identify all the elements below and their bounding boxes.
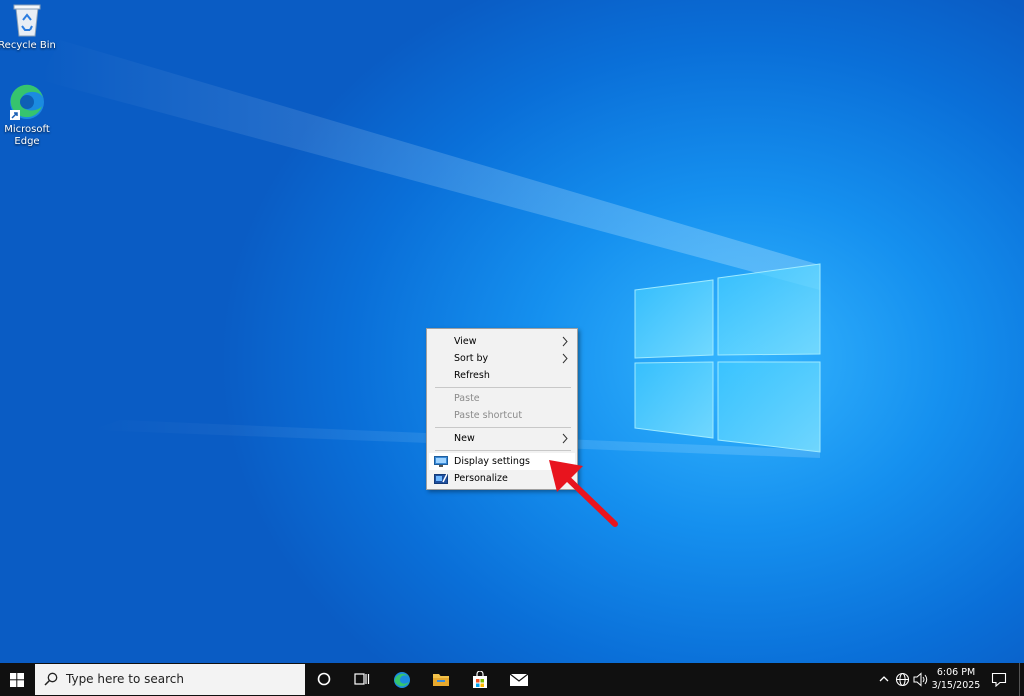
network-icon [895, 672, 910, 687]
edge-icon [394, 672, 410, 688]
chevron-up-icon [879, 676, 889, 682]
taskbar-search-box[interactable]: Type here to search [35, 664, 305, 695]
mail-button[interactable] [498, 663, 536, 696]
network-button[interactable] [894, 663, 912, 696]
task-view-icon [354, 673, 370, 685]
taskbar-edge-button[interactable] [382, 663, 420, 696]
menu-item-label: Paste shortcut [454, 410, 523, 421]
notification-icon [991, 672, 1007, 687]
menu-separator [435, 387, 571, 388]
red-annotation-arrow [549, 460, 618, 527]
menu-separator [435, 450, 571, 451]
windows-logo-wallpaper [634, 263, 821, 453]
menu-item-new[interactable]: New [429, 430, 575, 447]
desktop-icon-label: Recycle Bin [0, 40, 56, 51]
show-desktop-button[interactable] [1019, 663, 1024, 696]
menu-item-label: Personalize [454, 473, 508, 484]
mail-icon [509, 673, 529, 686]
personalize-icon [434, 473, 448, 484]
desktop-icon-recycle-bin[interactable]: Recycle Bin [0, 2, 57, 52]
menu-item-paste-shortcut: Paste shortcut [429, 407, 575, 424]
store-icon [473, 671, 487, 688]
file-explorer-icon [433, 674, 449, 686]
chevron-right-icon [562, 336, 568, 347]
action-center-button[interactable] [984, 663, 1014, 696]
chevron-right-icon [562, 433, 568, 444]
cortana-icon [317, 672, 331, 686]
microsoft-store-button[interactable] [460, 663, 498, 696]
edge-icon [10, 84, 44, 120]
desktop-icon-microsoft-edge[interactable]: Microsoft Edge [0, 82, 57, 148]
clock-time: 6:06 PM [936, 667, 976, 678]
menu-separator [435, 427, 571, 428]
taskbar: Type here to search 6:06 PM 3/15/2025 [0, 663, 1024, 696]
menu-item-refresh[interactable]: Refresh [429, 367, 575, 384]
volume-icon [913, 672, 928, 687]
menu-item-view[interactable]: View [429, 333, 575, 350]
menu-item-paste: Paste [429, 390, 575, 407]
display-icon [434, 456, 448, 467]
desktop-icon-label: Microsoft Edge [4, 124, 50, 147]
menu-item-label: View [454, 336, 477, 347]
menu-item-label: Refresh [454, 370, 490, 381]
menu-item-label: Paste [454, 393, 480, 404]
desktop[interactable]: Recycle Bin Microsoft Edge View Sort by … [0, 0, 1024, 663]
windows-start-icon [10, 673, 24, 687]
menu-item-sort-by[interactable]: Sort by [429, 350, 575, 367]
search-placeholder: Type here to search [66, 672, 184, 686]
show-hidden-icons-button[interactable] [876, 663, 892, 696]
start-button[interactable] [0, 663, 34, 696]
taskbar-clock[interactable]: 6:06 PM 3/15/2025 [928, 666, 984, 692]
menu-item-label: Sort by [454, 353, 489, 364]
menu-item-label: Display settings [454, 456, 530, 467]
search-icon [44, 672, 58, 686]
file-explorer-button[interactable] [421, 663, 459, 696]
task-view-button[interactable] [343, 663, 381, 696]
chevron-right-icon [562, 353, 568, 364]
menu-item-label: New [454, 433, 475, 444]
clock-date: 3/15/2025 [931, 680, 981, 691]
cortana-button[interactable] [305, 663, 343, 696]
recycle-bin-icon [13, 4, 41, 37]
